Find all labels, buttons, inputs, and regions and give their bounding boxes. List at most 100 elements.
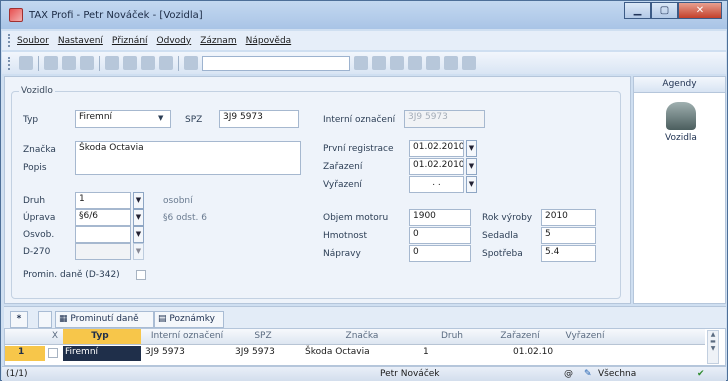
menu-priznani[interactable]: Přiznání [112, 36, 148, 46]
chevron-down-icon[interactable]: ▼ [466, 158, 477, 175]
interni-label: Interní označení [323, 115, 396, 125]
osvob-field[interactable] [75, 226, 131, 243]
col-vyrazeni[interactable]: Vyřazení [559, 331, 611, 341]
toolbar-combo[interactable] [202, 55, 350, 71]
save-icon[interactable] [141, 56, 155, 70]
prvni-registrace-field[interactable]: 01.02.2010 [409, 140, 464, 157]
vyrazeni-field[interactable]: . . [409, 176, 464, 193]
cell-znacka[interactable]: Škoda Octavia [305, 347, 370, 357]
tab-new[interactable]: * [10, 311, 28, 328]
maximize-button[interactable]: ▢ [651, 2, 678, 19]
row-selector[interactable] [5, 346, 45, 361]
vyrazeni-label: Vyřazení [323, 180, 362, 190]
cell-zarazeni[interactable]: 01.02.10 [513, 347, 553, 357]
tab-poznamky[interactable]: ▤ Poznámky [154, 311, 224, 328]
new-record-icon[interactable] [105, 56, 119, 70]
spz-label: SPZ [185, 115, 203, 125]
status-filter[interactable]: Všechna [598, 369, 636, 379]
view-icon[interactable] [390, 56, 404, 70]
agenda-vozidla[interactable]: Vozidla [654, 102, 708, 143]
uprava-field[interactable]: §6/6 [75, 209, 131, 226]
sedadla-field[interactable]: 5 [541, 227, 596, 244]
zarazeni-field[interactable]: 01.02.2010 [409, 158, 464, 175]
hmotnost-field[interactable]: 0 [409, 227, 471, 244]
rok-vyroby-field[interactable]: 2010 [541, 209, 596, 226]
window-icon[interactable] [444, 56, 458, 70]
menu-grip [8, 34, 11, 47]
records-grid: X Typ Interní označení SPZ Značka Druh Z… [4, 328, 726, 366]
minimize-button[interactable]: ▁ [624, 2, 651, 19]
row-checkbox[interactable] [48, 348, 58, 358]
druh-label: Druh [23, 196, 46, 206]
d270-field [75, 243, 131, 260]
menu-nastaveni[interactable]: Nastavení [58, 36, 103, 46]
zarazeni-label: Zařazení [323, 162, 363, 172]
help-icon[interactable] [462, 56, 476, 70]
druh-field[interactable]: 1 [75, 192, 131, 209]
col-x[interactable]: X [49, 331, 61, 341]
row-number: 1 [18, 347, 25, 357]
menu-odvody[interactable]: Odvody [157, 36, 192, 46]
filter-pen-icon[interactable]: ✎ [584, 369, 592, 379]
form-icon[interactable] [408, 56, 422, 70]
agendy-header: Agendy [634, 77, 725, 93]
table-row[interactable]: 1 Firemní 3J9 5973 3J9 5973 Škoda Octavi… [5, 346, 705, 361]
chevron-down-icon[interactable]: ▼ [133, 209, 144, 226]
cell-interni[interactable]: 3J9 5973 [145, 347, 185, 357]
toolbar-separator [99, 55, 100, 71]
chevron-down-icon: ▼ [133, 243, 144, 260]
search-icon[interactable] [19, 56, 33, 70]
napravy-field[interactable]: 0 [409, 245, 471, 262]
tab-prominuti-dane[interactable]: ▦ Prominutí daně [55, 311, 154, 328]
objem-field[interactable]: 1900 [409, 209, 471, 226]
cell-typ[interactable]: Firemní [65, 347, 98, 357]
chevron-down-icon: ▼ [158, 114, 164, 122]
filter-icon[interactable] [38, 311, 52, 328]
record-count: (1/1) [6, 369, 28, 379]
objem-label: Objem motoru [323, 213, 389, 223]
popis-label: Popis [23, 163, 47, 173]
col-druh[interactable]: Druh [423, 331, 481, 341]
tab-strip: * ▦ Prominutí daně ▤ Poznámky [4, 306, 726, 328]
print-icon[interactable] [44, 56, 58, 70]
cell-spz[interactable]: 3J9 5973 [235, 347, 275, 357]
interni-field: 3J9 5973 [404, 110, 485, 128]
confirm-icon[interactable] [123, 56, 137, 70]
status-bar: (1/1) Petr Nováček @ ✎ Všechna ✔ [2, 366, 726, 381]
folder-icon[interactable] [372, 56, 386, 70]
spotreba-field[interactable]: 5.4 [541, 245, 596, 262]
agendy-panel: Agendy Vozidla [633, 76, 726, 304]
delete-icon[interactable] [159, 56, 173, 70]
hmotnost-label: Hmotnost [323, 231, 367, 241]
grid-header: X Typ Interní označení SPZ Značka Druh Z… [5, 329, 705, 345]
col-typ[interactable]: Typ [63, 331, 137, 341]
menu-soubor[interactable]: Soubor [17, 36, 49, 46]
chevron-down-icon[interactable]: ▼ [466, 176, 477, 193]
print-preview-icon[interactable] [62, 56, 76, 70]
promin-dane-checkbox[interactable] [136, 270, 146, 280]
spotreba-label: Spotřeba [482, 249, 523, 259]
grid-scrollbar[interactable]: ▲ ▬ ▼ [707, 330, 719, 364]
chevron-down-icon[interactable]: ▼ [133, 192, 144, 209]
close-button[interactable]: ✕ [678, 2, 722, 19]
cell-druh[interactable]: 1 [423, 347, 429, 357]
typ-select[interactable]: Firemní [75, 110, 171, 128]
window-title: TAX Profi - Petr Nováček - [Vozidla] [29, 9, 203, 21]
znacka-field[interactable]: Škoda Octavia [75, 141, 301, 175]
col-interni[interactable]: Interní označení [143, 331, 231, 341]
col-znacka[interactable]: Značka [303, 331, 421, 341]
menu-zaznam[interactable]: Záznam [200, 36, 236, 46]
copy-icon[interactable] [184, 56, 198, 70]
detail-panel: Vozidlo Typ Firemní ▼ SPZ 3J9 5973 Inter… [4, 76, 631, 304]
toolbar-grip [8, 56, 11, 70]
typ-label: Typ [23, 115, 39, 125]
col-zarazeni[interactable]: Zařazení [483, 331, 557, 341]
export-icon[interactable] [80, 56, 94, 70]
chevron-down-icon[interactable]: ▼ [133, 226, 144, 243]
list-icon[interactable] [426, 56, 440, 70]
col-spz[interactable]: SPZ [233, 331, 293, 341]
chevron-down-icon[interactable]: ▼ [466, 140, 477, 157]
menu-napoveda[interactable]: Nápověda [246, 36, 292, 46]
filter-icon[interactable] [354, 56, 368, 70]
spz-field[interactable]: 3J9 5973 [219, 110, 299, 128]
